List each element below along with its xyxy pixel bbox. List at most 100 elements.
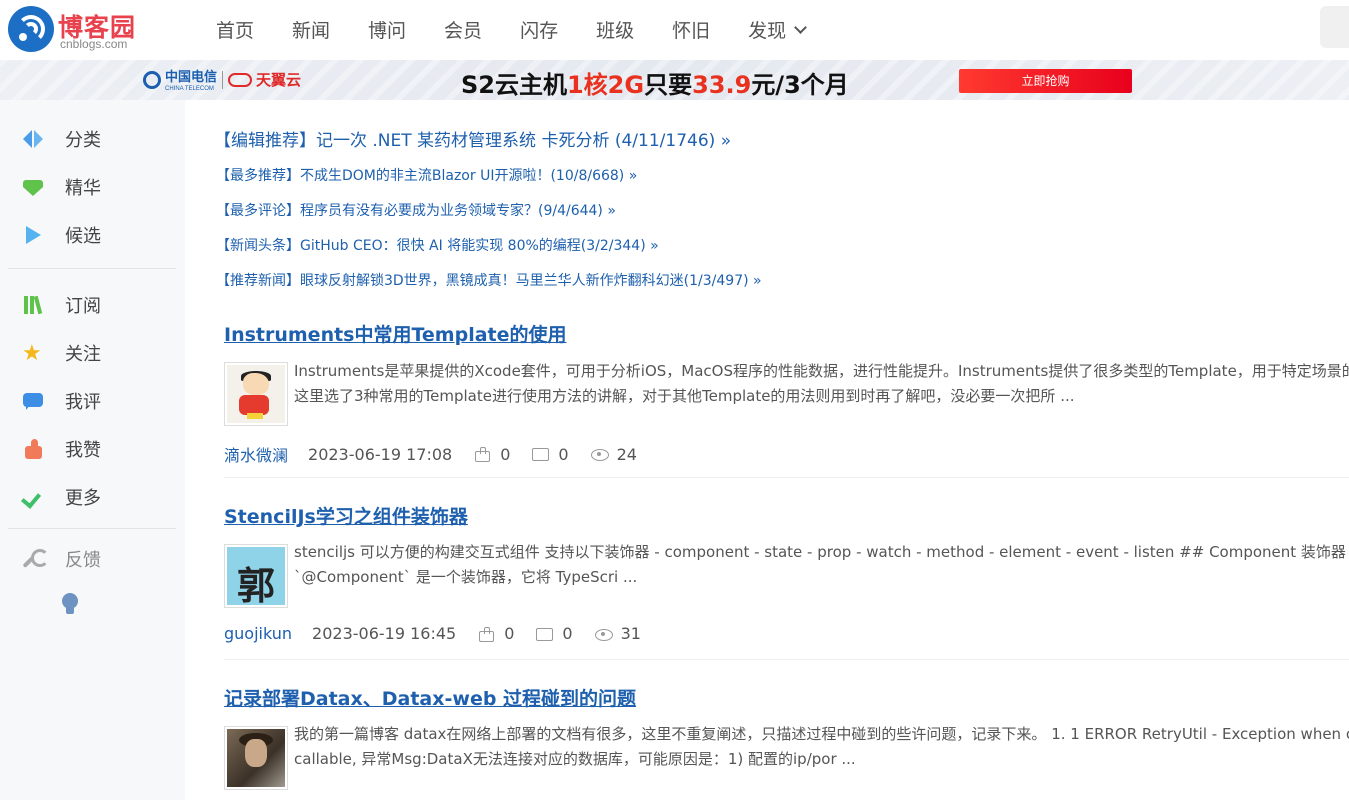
recommend-most-liked[interactable]: 【最多推荐】不成生DOM的非主流Blazor UI开源啦！(10/8/668) …	[216, 165, 637, 185]
summary-line: stenciljs 可以方便的构建交互式组件 支持以下装饰器 - compone…	[294, 543, 1346, 561]
sidebar-item-my-likes[interactable]: 我赞	[22, 434, 101, 464]
post-summary: stenciljs 可以方便的构建交互式组件 支持以下装饰器 - compone…	[294, 540, 1346, 590]
site-logo[interactable]: 博客园 cnblogs.com	[8, 4, 138, 54]
chevron-down-icon	[794, 21, 807, 34]
summary-line: callable, 异常Msg:DataX无法连接对应的数据库，可能原因是：1)…	[294, 750, 856, 768]
recommend-tag: 【最多评论】	[216, 203, 300, 219]
thumb-icon	[22, 438, 44, 460]
sidebar-item-label: 我评	[65, 392, 101, 413]
sidebar-item-label: 我赞	[65, 440, 101, 461]
recommend-tag: 【新闻头条】	[216, 238, 300, 254]
nav-ing[interactable]: 闪存	[520, 16, 558, 43]
post-summary: 我的第一篇博客 datax在网络上部署的文档有很多，这里不重复阐述，只描述过程中…	[294, 722, 1349, 772]
recommend-tag: 【编辑推荐】	[214, 131, 316, 151]
main-content: 【编辑推荐】记一次 .NET 某药材管理系统 卡死分析 (4/11/1746) …	[186, 100, 1349, 800]
summary-line: 这里选了3种常用的Template进行使用方法的讲解，对于其他Template的…	[294, 387, 1075, 405]
view-count-wrap: 31	[594, 624, 641, 643]
nav-home[interactable]: 首页	[216, 16, 254, 43]
like-count: 0	[504, 624, 515, 643]
post-author[interactable]: guojikun	[224, 624, 292, 643]
sidebar-item-label: 候选	[65, 226, 101, 247]
recommend-text: GitHub CEO：很快 AI 将能实现 80%的编程(3/2/344) »	[300, 238, 659, 254]
recommend-most-comments[interactable]: 【最多评论】程序员有没有必要成为业务领域专家？(9/4/644) »	[216, 200, 616, 220]
rss-logo-icon	[8, 6, 54, 52]
nav-nostalgia[interactable]: 怀旧	[672, 16, 710, 43]
lightbulb-icon[interactable]	[62, 593, 78, 614]
avatar[interactable]: 郭	[224, 544, 288, 608]
like-count: 0	[500, 444, 511, 464]
post-title[interactable]: 记录部署Datax、Datax-web 过程碰到的问题	[224, 684, 636, 711]
sidebar-item-label: 更多	[65, 488, 101, 509]
category-icon	[22, 128, 44, 150]
main-nav: 首页 新闻 博问 会员 闪存 班级 怀旧 发现	[216, 16, 843, 43]
china-telecom-logo: 中国电信 CHINA TELECOM	[143, 68, 217, 92]
sidebar-item-label: 反馈	[65, 550, 101, 571]
recommend-text: 程序员有没有必要成为业务领域专家？(9/4/644) »	[300, 203, 616, 219]
sidebar-item-subscribe[interactable]: 订阅	[22, 290, 101, 320]
ty-name: 天翼云	[256, 72, 302, 89]
comment-count: 0	[562, 624, 573, 643]
post-title[interactable]: Instruments中常用Template的使用	[224, 320, 567, 347]
post-footer: 滴水微澜 2023-06-19 17:08 0 0 24	[224, 442, 659, 466]
thumbs-up-icon	[478, 626, 495, 642]
tianyi-cloud-logo: 天翼云	[228, 69, 301, 90]
nav-discover-label: 发现	[748, 20, 787, 42]
avatar[interactable]	[224, 726, 288, 790]
post-summary: Instruments是苹果提供的Xcode套件，可用于分析iOS，MacOS程…	[294, 359, 1349, 409]
sidebar-item-featured[interactable]: 精华	[22, 172, 101, 202]
eye-icon	[594, 627, 613, 641]
nav-qa[interactable]: 博问	[368, 16, 406, 43]
nav-class[interactable]: 班级	[596, 16, 634, 43]
summary-line: Instruments是苹果提供的Xcode套件，可用于分析iOS，MacOS程…	[294, 362, 1349, 380]
nav-vip[interactable]: 会员	[444, 16, 482, 43]
sidebar-item-label: 分类	[65, 130, 101, 151]
ct-en: CHINA TELECOM	[165, 86, 214, 92]
ad-banner[interactable]: 中国电信 CHINA TELECOM 天翼云 S2云主机1核2G只要33.9元/…	[0, 60, 1349, 100]
top-header: 博客园 cnblogs.com 首页 新闻 博问 会员 闪存 班级 怀旧 发现	[0, 0, 1349, 60]
buy-now-button[interactable]: 立即抢购	[959, 69, 1132, 93]
recommend-text: 眼球反射解锁3D世界，黑镜成真！马里兰华人新作炸翻科幻迷(1/3/497) »	[300, 273, 762, 289]
post-date: 2023-06-19 17:08	[308, 444, 453, 464]
chevron-down-icon	[22, 486, 44, 508]
sidebar-item-category[interactable]: 分类	[22, 124, 101, 154]
nav-discover[interactable]: 发现	[748, 16, 807, 43]
sidebar-item-my-comments[interactable]: 我评	[22, 386, 101, 416]
search-input[interactable]	[1320, 6, 1349, 48]
chat-icon	[22, 390, 44, 412]
view-count: 24	[616, 444, 637, 464]
thumbs-up-icon	[474, 447, 491, 462]
eye-icon	[590, 447, 609, 461]
sidebar-item-label: 关注	[65, 344, 101, 365]
sidebar-item-feedback[interactable]: 反馈	[22, 544, 101, 574]
summary-line: 我的第一篇博客 datax在网络上部署的文档有很多，这里不重复阐述，只描述过程中…	[294, 725, 1349, 743]
promo-text: S2云主机1核2G只要33.9元/3个月	[461, 65, 849, 100]
like-button[interactable]: 0	[478, 624, 514, 643]
post-date: 2023-06-19 16:45	[312, 624, 457, 643]
sidebar-item-candidate[interactable]: 候选	[22, 220, 101, 250]
logo-subtitle: cnblogs.com	[60, 37, 128, 51]
recommend-tag: 【最多推荐】	[216, 168, 300, 184]
sidebar-item-label: 精华	[65, 178, 101, 199]
sidebar-item-follow[interactable]: ★ 关注	[22, 338, 101, 368]
telecom-icon	[143, 71, 161, 89]
comment-icon	[532, 447, 550, 461]
books-icon	[22, 294, 44, 316]
avatar[interactable]	[224, 362, 288, 426]
nav-news[interactable]: 新闻	[292, 16, 330, 43]
post-author[interactable]: 滴水微澜	[224, 442, 288, 466]
promo-e: 元/3个月	[751, 71, 849, 99]
recommend-news-headline[interactable]: 【新闻头条】GitHub CEO：很快 AI 将能实现 80%的编程(3/2/3…	[216, 235, 659, 255]
recommend-text: 不成生DOM的非主流Blazor UI开源啦！(10/8/668) »	[300, 168, 638, 184]
recommend-text: 记一次 .NET 某药材管理系统 卡死分析 (4/11/1746) »	[316, 131, 732, 151]
sidebar-item-more[interactable]: 更多	[22, 482, 101, 512]
wrench-icon	[22, 548, 49, 570]
post-footer: guojikun 2023-06-19 16:45 0 0 31	[224, 624, 663, 643]
post-title[interactable]: StencilJs学习之组件装饰器	[224, 502, 468, 529]
recommend-news[interactable]: 【推荐新闻】眼球反射解锁3D世界，黑镜成真！马里兰华人新作炸翻科幻迷(1/3/4…	[216, 270, 762, 290]
comment-icon	[536, 627, 554, 641]
sidebar-item-label: 订阅	[65, 296, 101, 317]
like-button[interactable]: 0	[474, 445, 510, 464]
comment-link[interactable]: 0	[536, 624, 573, 643]
recommend-editor[interactable]: 【编辑推荐】记一次 .NET 某药材管理系统 卡死分析 (4/11/1746) …	[214, 126, 731, 151]
comment-link[interactable]: 0	[532, 445, 569, 464]
